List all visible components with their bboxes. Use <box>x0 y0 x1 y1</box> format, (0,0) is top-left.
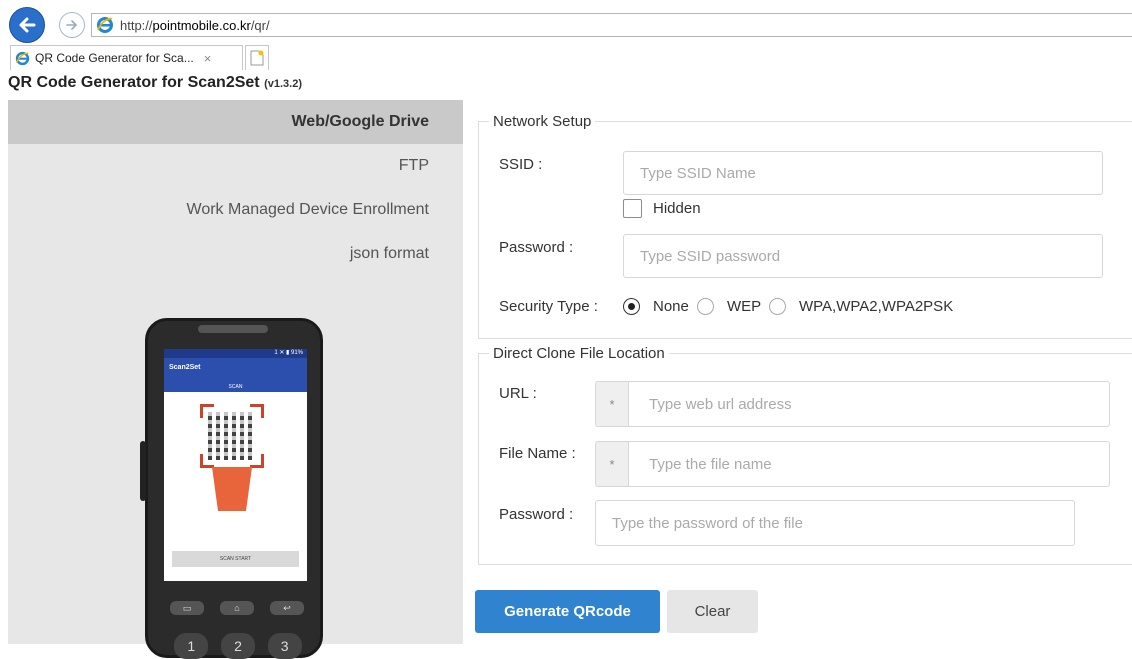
file-name-label: File Name : <box>499 445 576 462</box>
network-setup-legend: Network Setup <box>489 113 596 130</box>
back-arrow-icon <box>19 17 36 33</box>
phone-status-bar: 1 ✕ ▮ 91% <box>164 349 307 358</box>
phone-app-bar: Scan2Set SCAN <box>164 358 307 392</box>
phone-scan-start-button: SCAN START <box>172 551 299 567</box>
url-required-marker: * <box>595 381 629 427</box>
ssid-password-input[interactable]: Type SSID password <box>623 234 1103 278</box>
phone-key-3: 3 <box>267 633 302 659</box>
sidebar-item-work-managed-device-enrollment[interactable]: Work Managed Device Enrollment <box>8 188 463 232</box>
tab-close-icon[interactable]: × <box>204 51 212 66</box>
url-text: http://pointmobile.co.kr/qr/ <box>120 17 270 33</box>
security-wpa-radio[interactable] <box>769 298 786 315</box>
back-button[interactable] <box>9 7 45 43</box>
forward-button[interactable] <box>59 12 85 38</box>
security-none-radio[interactable] <box>623 298 640 315</box>
phone-speaker <box>198 325 268 333</box>
file-name-input[interactable]: Type the file name <box>628 441 1110 487</box>
new-tab-icon <box>250 50 264 66</box>
phone-screen: 1 ✕ ▮ 91% Scan2Set SCAN SCAN START <box>164 349 307 581</box>
file-password-input[interactable]: Type the password of the file <box>595 500 1075 546</box>
security-wep-radio[interactable] <box>697 298 714 315</box>
phone-recent-key: ▭ <box>170 601 204 615</box>
qr-code-icon <box>200 404 264 468</box>
ssid-label: SSID : <box>499 156 543 173</box>
security-wep-label: WEP <box>727 298 762 315</box>
phone-number-keys: 1 2 3 <box>168 633 308 659</box>
phone-home-key: ⌂ <box>220 601 254 615</box>
phone-back-key: ↩ <box>270 601 304 615</box>
forward-arrow-icon <box>66 20 78 30</box>
phone-key-2: 2 <box>220 633 255 659</box>
address-row: http://pointmobile.co.kr/qr/ <box>0 0 1132 44</box>
browser-tab[interactable]: QR Code Generator for Sca... × <box>10 45 243 70</box>
sidebar-item-web-google-drive[interactable]: Web/Google Drive <box>8 100 463 144</box>
phone-illustration: 1 ✕ ▮ 91% Scan2Set SCAN SCAN START ▭ ⌂ ↩… <box>140 318 323 659</box>
security-none-label: None <box>653 298 689 315</box>
ie-logo-icon <box>15 51 30 65</box>
new-tab-button[interactable] <box>245 45 269 70</box>
security-wpa-label: WPA,WPA2,WPA2PSK <box>799 298 954 315</box>
file-name-required-marker: * <box>595 441 629 487</box>
tab-strip: QR Code Generator for Sca... × <box>0 44 1132 70</box>
generate-qrcode-button[interactable]: Generate QRcode <box>475 590 660 633</box>
url-input[interactable]: Type web url address <box>628 381 1110 427</box>
phone-side-button <box>140 441 146 501</box>
ssid-password-label: Password : <box>499 239 574 256</box>
address-bar[interactable]: http://pointmobile.co.kr/qr/ <box>91 13 1132 37</box>
page-title: QR Code Generator for Scan2Set (v1.3.2) <box>8 74 302 91</box>
phone-app-title: Scan2Set <box>169 364 201 371</box>
sidebar-item-json-format[interactable]: json format <box>8 232 463 276</box>
sidebar: Web/Google Drive FTP Work Managed Device… <box>8 100 463 659</box>
file-password-label: Password : <box>499 506 574 523</box>
version-label: (v1.3.2) <box>264 78 302 90</box>
security-type-label: Security Type : <box>499 298 598 315</box>
hidden-checkbox[interactable] <box>623 199 642 218</box>
phone-nav-keys: ▭ ⌂ ↩ <box>162 601 312 615</box>
sidebar-item-ftp[interactable]: FTP <box>8 144 463 188</box>
scanner-beam-icon <box>212 467 252 511</box>
clone-location-legend: Direct Clone File Location <box>489 345 669 362</box>
tab-title: QR Code Generator for Sca... <box>35 51 194 65</box>
clear-button[interactable]: Clear <box>667 590 758 633</box>
ssid-input[interactable]: Type SSID Name <box>623 151 1103 195</box>
phone-key-1: 1 <box>174 633 209 659</box>
hidden-label: Hidden <box>653 200 701 217</box>
ie-logo-icon <box>97 17 113 33</box>
phone-scan-tab: SCAN <box>228 384 243 390</box>
url-label: URL : <box>499 385 537 402</box>
